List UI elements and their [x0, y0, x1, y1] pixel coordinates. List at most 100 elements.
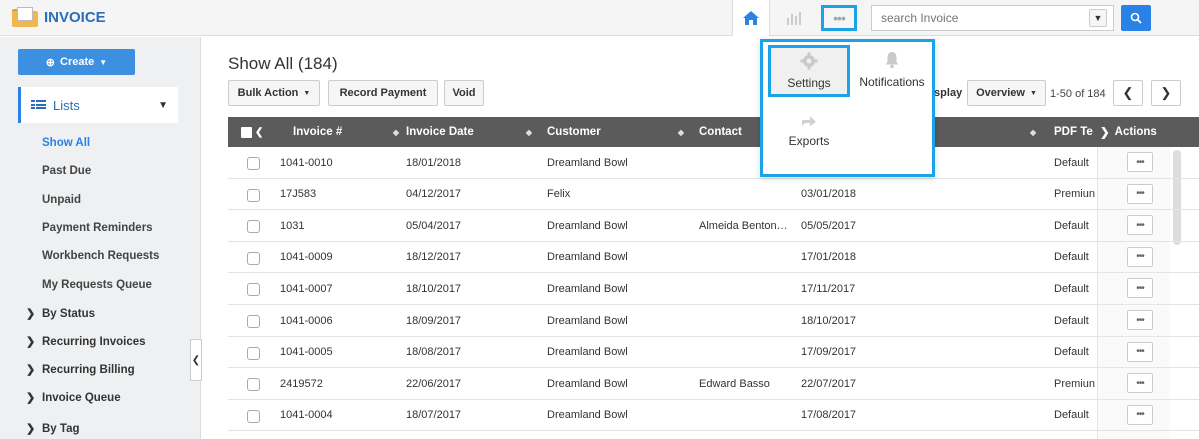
sidebar-item-my-requests-queue[interactable]: My Requests Queue [42, 279, 152, 291]
chevron-left-icon: ❮ [255, 126, 264, 138]
table-row[interactable]: 1041-0009 18/12/2017 Dreamland Bowl 17/01/2… [228, 242, 1199, 274]
cell-due-date: 17/11/2017 [801, 282, 856, 295]
column-label: Actions [1114, 126, 1157, 138]
home-button[interactable] [732, 0, 770, 36]
create-button[interactable]: ⊕ Create ▼ [18, 49, 135, 75]
chevron-right-icon: ❯ [1100, 127, 1110, 139]
row-checkbox[interactable] [247, 220, 260, 234]
app-title[interactable]: INVOICE [12, 7, 106, 27]
column-header-invoice[interactable]: Invoice # ◆ [293, 117, 403, 147]
table-row[interactable]: 1041-0006 18/09/2017 Dreamland Bowl 18/10/2… [228, 305, 1199, 337]
table-row[interactable]: 2419572 22/06/2017 Dreamland Bowl Edward Ba… [228, 368, 1199, 400]
table-header: ❮ Invoice # ◆ Invoice Date ◆ Customer ◆ … [228, 117, 1199, 147]
sort-icon: ◆ [677, 127, 684, 137]
row-checkbox[interactable] [247, 409, 260, 423]
create-label: Create [60, 56, 95, 68]
sidebar-group-recurring-invoices[interactable]: ❯ Recurring Invoices [26, 335, 146, 349]
row-actions-button[interactable]: ••• [1127, 278, 1153, 299]
column-header-customer[interactable]: Customer ◆ [547, 117, 688, 147]
next-page-button[interactable]: ❯ [1151, 80, 1181, 106]
row-checkbox[interactable] [247, 283, 260, 297]
row-checkbox[interactable] [247, 346, 260, 360]
row-checkbox[interactable] [247, 251, 260, 265]
cell-invoice-date: 18/12/2017 [406, 251, 462, 264]
sidebar-group-recurring-billing[interactable]: ❯ Recurring Billing [26, 363, 135, 377]
column-header-invoice-date[interactable]: Invoice Date ◆ [406, 117, 536, 147]
pager-range: 1-50 of 184 [1050, 88, 1106, 100]
menu-item-exports[interactable]: Exports [768, 110, 850, 148]
more-options-menu: Settings Notifications Exports [760, 39, 935, 177]
column-header-pdf-template[interactable]: PDF Te [1054, 117, 1093, 147]
table-row[interactable]: 1041-0010 18/01/2018 Dreamland Bowl Default [228, 147, 1199, 179]
row-actions-button[interactable]: ••• [1127, 310, 1153, 330]
sidebar-item-unpaid[interactable]: Unpaid [42, 194, 81, 206]
row-checkbox[interactable] [247, 315, 260, 328]
row-actions-button[interactable]: ••• [1127, 373, 1153, 394]
sidebar-item-payment-reminders[interactable]: Payment Reminders [42, 222, 153, 234]
cell-customer: Dreamland Bowl [547, 282, 628, 295]
top-bar: INVOICE ••• ▼ [0, 0, 1199, 36]
cell-contact [699, 179, 794, 210]
void-button[interactable]: Void [444, 80, 484, 106]
cell-pdf-template: Default [1054, 346, 1089, 359]
table-row[interactable]: 1031 05/04/2017 Dreamland Bowl Almeida Bent… [228, 210, 1199, 242]
row-actions-button[interactable]: ••• [1127, 404, 1153, 425]
sidebar-collapse-button[interactable]: ❮ [190, 339, 202, 381]
sidebar-group-label: Invoice Queue [42, 391, 121, 404]
cell-invoice-number: 1041-0006 [280, 314, 333, 327]
row-actions-button[interactable]: ••• [1127, 183, 1153, 204]
select-all-checkbox[interactable] [241, 126, 252, 138]
menu-item-settings[interactable]: Settings [768, 45, 850, 97]
search-input[interactable] [872, 6, 1082, 30]
chevron-left-icon: ❮ [191, 354, 201, 366]
search-button[interactable] [1121, 5, 1151, 31]
row-actions-button[interactable]: ••• [1127, 341, 1153, 362]
cell-contact [699, 273, 794, 304]
sidebar-group-by-tag[interactable]: ❯ By Tag [26, 422, 80, 436]
cell-invoice-date: 18/10/2017 [406, 282, 462, 295]
sidebar-group-label: By Status [42, 307, 96, 320]
sidebar-group-label: Recurring Invoices [42, 335, 146, 348]
cell-customer: Dreamland Bowl [547, 314, 628, 327]
cell-invoice-number: 1041-0009 [280, 251, 333, 264]
row-actions-button[interactable]: ••• [1127, 152, 1153, 172]
cell-pdf-template: Default [1054, 251, 1089, 264]
select-all-header[interactable]: ❮ [241, 117, 263, 147]
row-actions-button[interactable]: ••• [1127, 215, 1153, 236]
sort-icon: ◆ [525, 127, 532, 137]
row-checkbox[interactable] [247, 157, 260, 170]
cell-invoice-date: 18/07/2017 [406, 409, 462, 422]
lists-menu[interactable]: Lists ▼ [18, 87, 178, 123]
table-row[interactable]: 1041-0007 18/10/2017 Dreamland Bowl 17/11/2… [228, 273, 1199, 305]
sidebar-item-workbench-requests[interactable]: Workbench Requests [42, 250, 159, 262]
cell-due-date: 05/05/2017 [801, 219, 857, 232]
sidebar-item-show-all[interactable]: Show All [42, 137, 90, 149]
view-select[interactable]: Overview ▼ [967, 80, 1046, 106]
more-options-button[interactable]: ••• [820, 0, 858, 36]
record-payment-button[interactable]: Record Payment [328, 80, 438, 106]
reports-button[interactable] [775, 0, 813, 36]
row-checkbox[interactable] [247, 188, 260, 202]
cell-invoice-number: 17J583 [280, 188, 317, 201]
sidebar-group-invoice-queue[interactable]: ❯ Invoice Queue [26, 391, 121, 405]
cell-contact: Almeida Benton… [699, 219, 788, 232]
cell-customer: Dreamland Bowl [547, 346, 628, 359]
table-row[interactable]: 1041-0004 18/07/2017 Dreamland Bowl 17/08/2… [228, 400, 1199, 432]
cell-customer: Dreamland Bowl [547, 251, 628, 264]
caret-down-icon: ▼ [99, 57, 108, 67]
column-header-actions: ❯ Actions [1100, 117, 1157, 147]
cell-due-date: 22/07/2017 [801, 377, 857, 390]
sidebar-group-by-status[interactable]: ❯ By Status [26, 307, 96, 321]
sort-icon[interactable]: ◆ [1030, 117, 1040, 147]
bulk-action-button[interactable]: Bulk Action ▼ [228, 80, 320, 106]
menu-item-label: Exports [788, 134, 830, 148]
cell-invoice-number: 1041-0010 [280, 156, 333, 169]
sidebar-item-past-due[interactable]: Past Due [42, 165, 91, 177]
row-checkbox[interactable] [247, 378, 260, 392]
menu-item-notifications[interactable]: Notifications [853, 47, 931, 89]
table-row[interactable]: 1041-0005 18/08/2017 Dreamland Bowl 17/09/2… [228, 337, 1199, 369]
prev-page-button[interactable]: ❮ [1113, 80, 1143, 106]
search-dropdown-button[interactable]: ▼ [1089, 9, 1107, 27]
row-actions-button[interactable]: ••• [1127, 246, 1153, 267]
table-row[interactable]: 17J583 04/12/2017 Felix 03/01/2018 Premiun [228, 179, 1199, 211]
